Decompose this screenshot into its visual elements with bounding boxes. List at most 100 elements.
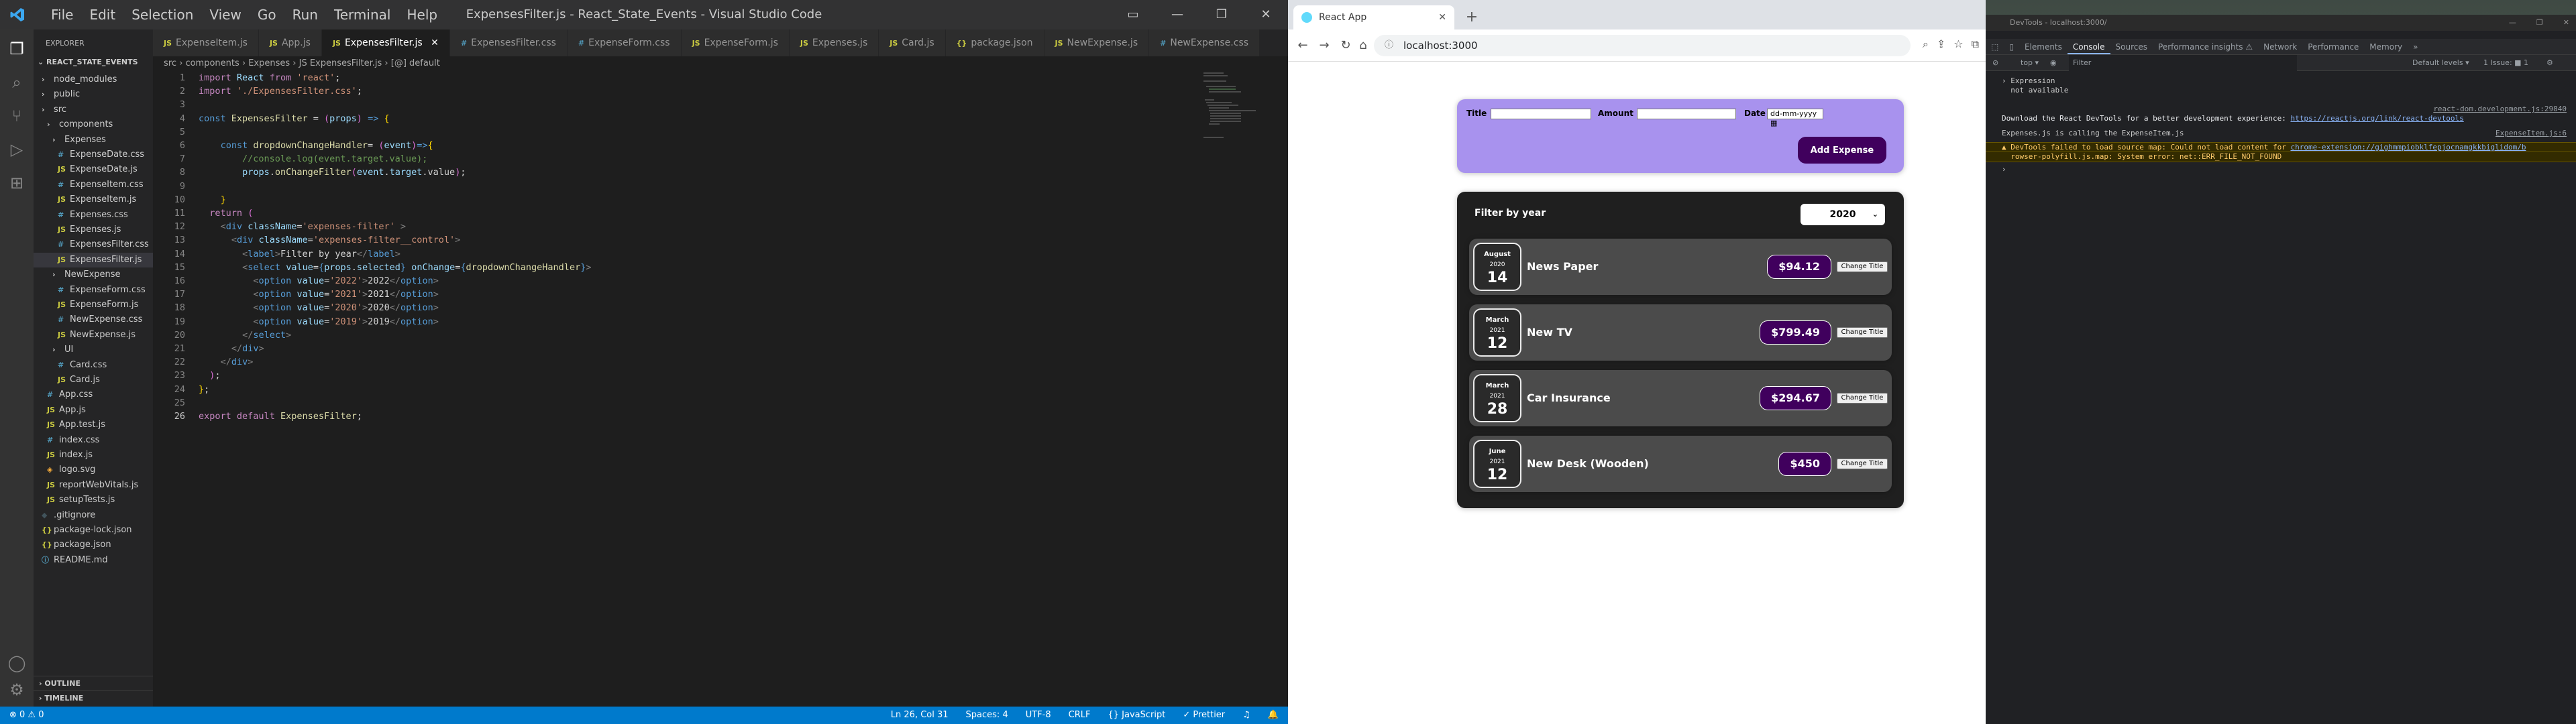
editor-tab[interactable]: # ExpensesFilter.css	[449, 29, 568, 56]
extensions-icon[interactable]: ⊞	[7, 173, 27, 193]
context-select[interactable]: top ▾	[2021, 55, 2039, 71]
console-link[interactable]: https://reactjs.org/link/react-devtools	[2290, 114, 2463, 123]
file-item[interactable]: # Card.css	[34, 358, 107, 373]
devtools-tab-console[interactable]: Console	[2067, 39, 2110, 54]
devtools-tab-memory[interactable]: Memory	[2364, 39, 2408, 54]
code-line[interactable]: 24};	[153, 383, 1226, 396]
log-levels-select[interactable]: Default levels ▾	[2412, 55, 2469, 71]
menu-terminal[interactable]: Terminal	[326, 7, 399, 23]
code-line[interactable]: 26 export default ExpensesFilter;	[153, 410, 1226, 423]
console-filter-input[interactable]: Filter	[2069, 55, 2297, 71]
search-icon[interactable]: ⌕	[7, 72, 27, 93]
editor-tab[interactable]: JS App.js	[258, 29, 322, 56]
code-line[interactable]: 9	[153, 180, 1226, 193]
file-item[interactable]: JS ExpenseDate.js	[34, 162, 138, 177]
code-line[interactable]: 21 </div>	[153, 342, 1226, 355]
year-filter-select[interactable]: 2020 ⌄	[1801, 204, 1885, 225]
device-toggle-icon[interactable]: ▯	[2004, 39, 2019, 54]
status-item[interactable]: 🔔	[1268, 707, 1279, 724]
devtools-tab-performance[interactable]: Performance	[2302, 39, 2364, 54]
editor-tab[interactable]: # ExpenseForm.css	[567, 29, 682, 56]
home-icon[interactable]: ⌂	[1354, 36, 1373, 55]
close-icon[interactable]: ✕	[2563, 15, 2569, 31]
code-line[interactable]: 2 import './ExpensesFilter.css';	[153, 84, 1226, 98]
source-control-icon[interactable]: ⑂	[7, 106, 27, 126]
code-line[interactable]: 18 <option value='2020'>2020</option>	[153, 301, 1226, 314]
file-item[interactable]: JS App.test.js	[34, 418, 105, 432]
menu-selection[interactable]: Selection	[123, 7, 201, 23]
zoom-icon[interactable]: ⌕	[1923, 38, 1929, 51]
code-line[interactable]: 7 //console.log(event.target.value);	[153, 152, 1226, 166]
editor-tab[interactable]: JS ExpensesFilter.js ✕	[321, 29, 450, 56]
change-title-button[interactable]: Change Title	[1837, 393, 1888, 404]
devtools-tab-network[interactable]: Network	[2258, 39, 2302, 54]
amount-input[interactable]	[1637, 109, 1736, 119]
minimize-icon[interactable]: —	[1155, 0, 1199, 29]
folder-item[interactable]: › NewExpense	[34, 267, 121, 282]
file-item[interactable]: ⓘ README.md	[34, 553, 108, 568]
code-line[interactable]: 13 <div className='expenses-filter__cont…	[153, 233, 1226, 247]
title-input[interactable]	[1491, 109, 1591, 119]
run-debug-icon[interactable]: ▷	[7, 139, 27, 160]
status-item[interactable]: CRLF	[1069, 707, 1091, 724]
code-line[interactable]: 15 <select value={props.selected} onChan…	[153, 261, 1226, 274]
file-item[interactable]: JS index.js	[34, 448, 93, 463]
site-info-icon[interactable]: ⓘ	[1385, 35, 1393, 56]
folder-item[interactable]: › public	[34, 87, 80, 102]
file-item[interactable]: # Expenses.css	[34, 208, 128, 223]
code-line[interactable]: 16 <option value='2022'>2022</option>	[153, 274, 1226, 288]
code-line[interactable]: 17 <option value='2021'>2021</option>	[153, 288, 1226, 301]
code-line[interactable]: 23 );	[153, 369, 1226, 382]
editor-tab[interactable]: JS Expenses.js	[789, 29, 879, 56]
devtools-tab-»[interactable]: »	[2408, 39, 2423, 54]
file-item[interactable]: # App.css	[34, 387, 93, 402]
change-title-button[interactable]: Change Title	[1837, 327, 1888, 338]
menu-go[interactable]: Go	[250, 7, 284, 23]
file-item[interactable]: # index.css	[34, 433, 99, 448]
code-line[interactable]: 22 </div>	[153, 355, 1226, 369]
code-line[interactable]: 3	[153, 98, 1226, 111]
code-editor[interactable]: 1 import React from 'react'; 2 import './Ex…	[153, 71, 1288, 707]
code-line[interactable]: 20 </select>	[153, 328, 1226, 342]
console-link[interactable]: chrome-extension://gighmmpiobklfepjocnam…	[2290, 143, 2526, 152]
project-root[interactable]: ⌄ REACT_STATE_EVENTS	[38, 58, 138, 66]
code-line[interactable]: 12 <div className='expenses-filter' >	[153, 220, 1226, 233]
status-item[interactable]: {} JavaScript	[1108, 707, 1165, 724]
back-icon[interactable]: ←	[1293, 36, 1312, 55]
console-source-link[interactable]: react-dom.development.js:29840	[2433, 105, 2567, 114]
devtools-tab-sources[interactable]: Sources	[2110, 39, 2153, 54]
file-item[interactable]: ◆ .gitignore	[34, 508, 95, 523]
file-item[interactable]: # ExpenseForm.css	[34, 283, 146, 298]
explorer-icon[interactable]: ❐	[7, 39, 27, 59]
change-title-button[interactable]: Change Title	[1837, 459, 1888, 469]
eye-icon[interactable]: ◉	[2050, 55, 2057, 71]
add-expense-button[interactable]: Add Expense	[1798, 137, 1886, 164]
file-item[interactable]: # ExpenseItem.css	[34, 178, 144, 192]
editor-tab[interactable]: JS Card.js	[879, 29, 946, 56]
code-line[interactable]: 25	[153, 396, 1226, 410]
restore-icon[interactable]: ❐	[2536, 15, 2543, 31]
file-item[interactable]: JS Card.js	[34, 373, 100, 387]
status-item[interactable]: ✓ Prettier	[1183, 707, 1225, 724]
breadcrumb[interactable]: src › components › Expenses › JS Expense…	[153, 56, 1288, 71]
file-item[interactable]: JS reportWebVitals.js	[34, 478, 138, 493]
account-icon[interactable]: ◯	[7, 653, 27, 673]
minimap[interactable]	[1201, 71, 1261, 138]
folder-item[interactable]: › components	[34, 117, 113, 132]
editor-tab[interactable]: {} package.json	[945, 29, 1044, 56]
folder-item[interactable]: › src	[34, 103, 66, 117]
code-line[interactable]: 8 props.onChangeFilter(event.target.valu…	[153, 166, 1226, 179]
status-item[interactable]: Spaces: 4	[966, 707, 1008, 724]
extensions-icon[interactable]: ⧉	[1972, 38, 1979, 51]
status-item[interactable]: UTF-8	[1026, 707, 1051, 724]
issues-badge[interactable]: 1 Issue: ■ 1	[2483, 55, 2528, 71]
file-item[interactable]: {} package-lock.json	[34, 523, 132, 538]
tab-close-icon[interactable]: ✕	[428, 38, 439, 48]
editor-tab[interactable]: JS ExpenseForm.js	[681, 29, 790, 56]
timeline-section[interactable]: › TIMELINE	[34, 690, 153, 705]
address-bar[interactable]: ⓘ localhost:3000	[1374, 35, 1911, 56]
settings-gear-icon[interactable]: ⚙	[2546, 55, 2553, 71]
new-tab-button[interactable]: +	[1460, 5, 1484, 29]
layout-icon[interactable]: ▭	[1111, 0, 1155, 29]
code-line[interactable]: 11 return (	[153, 206, 1226, 220]
